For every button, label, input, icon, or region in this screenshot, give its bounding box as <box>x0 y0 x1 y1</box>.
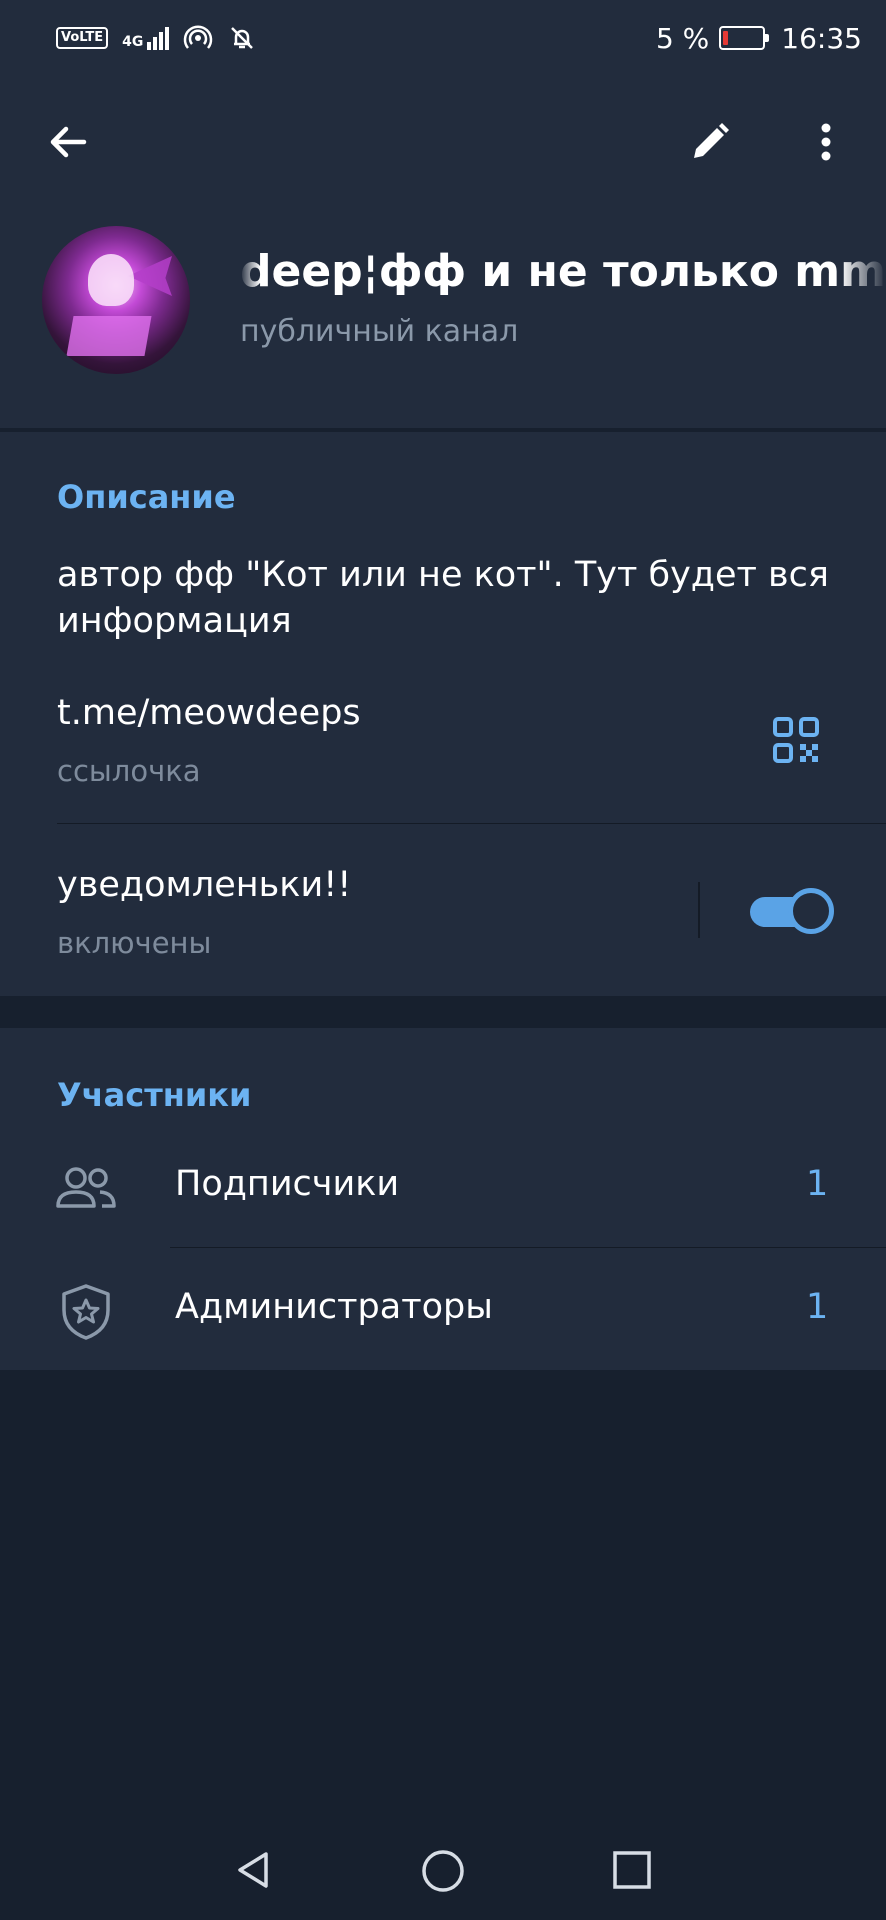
more-button[interactable] <box>794 110 858 174</box>
link-subtitle: ссылочка <box>57 754 201 788</box>
hotspot-icon <box>184 25 213 49</box>
avatar-figure-shape <box>88 254 134 306</box>
description-header: Описание <box>57 478 236 516</box>
battery-icon <box>719 26 770 50</box>
status-bar: VoLTE 4G 5 % 16:35 <box>0 0 886 76</box>
subscribers-row[interactable] <box>0 1128 886 1248</box>
more-vertical-icon <box>821 123 831 161</box>
toggle-separator <box>698 882 700 938</box>
volte-icon: VoLTE <box>56 27 109 49</box>
nav-home-icon[interactable] <box>420 1848 466 1894</box>
channel-title: deep¦фф и не только mme <box>240 246 886 297</box>
members-header: Участники <box>57 1076 252 1114</box>
network-type: 4G <box>122 33 144 50</box>
signal-icon: 4G <box>122 26 170 50</box>
bell-off-icon <box>231 27 254 49</box>
channel-avatar[interactable] <box>42 226 190 374</box>
avatar-wing-shape <box>128 256 172 296</box>
subscribers-label: Подписчики <box>175 1164 400 1204</box>
channel-subtitle: публичный канал <box>240 314 519 349</box>
clock: 16:35 <box>781 21 862 55</box>
notifications-label: уведомленьки!! <box>57 865 352 905</box>
edit-button[interactable] <box>678 110 742 174</box>
nav-recents-icon[interactable] <box>610 1848 654 1892</box>
battery-percent: 5 % <box>655 21 710 55</box>
back-button[interactable] <box>36 110 100 174</box>
notifications-toggle[interactable] <box>750 888 834 934</box>
qr-code-button[interactable] <box>772 716 820 764</box>
arrow-left-icon <box>50 126 87 158</box>
description-text: автор фф "Кот или не кот". Тут будет вся… <box>57 555 829 641</box>
notifications-subtitle: включены <box>57 926 212 960</box>
users-icon <box>56 1167 116 1208</box>
pencil-icon <box>694 123 729 158</box>
status-right: 5 % 16:35 <box>656 18 862 58</box>
qr-code-icon <box>773 717 819 763</box>
subscribers-count: 1 <box>806 1164 829 1204</box>
system-nav-bar <box>0 1820 886 1920</box>
admins-count: 1 <box>806 1287 829 1327</box>
status-left: VoLTE 4G <box>56 22 257 54</box>
admins-label: Администраторы <box>175 1287 493 1327</box>
toggle-knob <box>788 888 834 934</box>
link-text[interactable]: t.me/meowdeeps <box>57 690 361 736</box>
nav-back-icon[interactable] <box>232 1848 276 1892</box>
shield-star-icon <box>62 1284 110 1340</box>
avatar-book-shape <box>66 316 152 356</box>
